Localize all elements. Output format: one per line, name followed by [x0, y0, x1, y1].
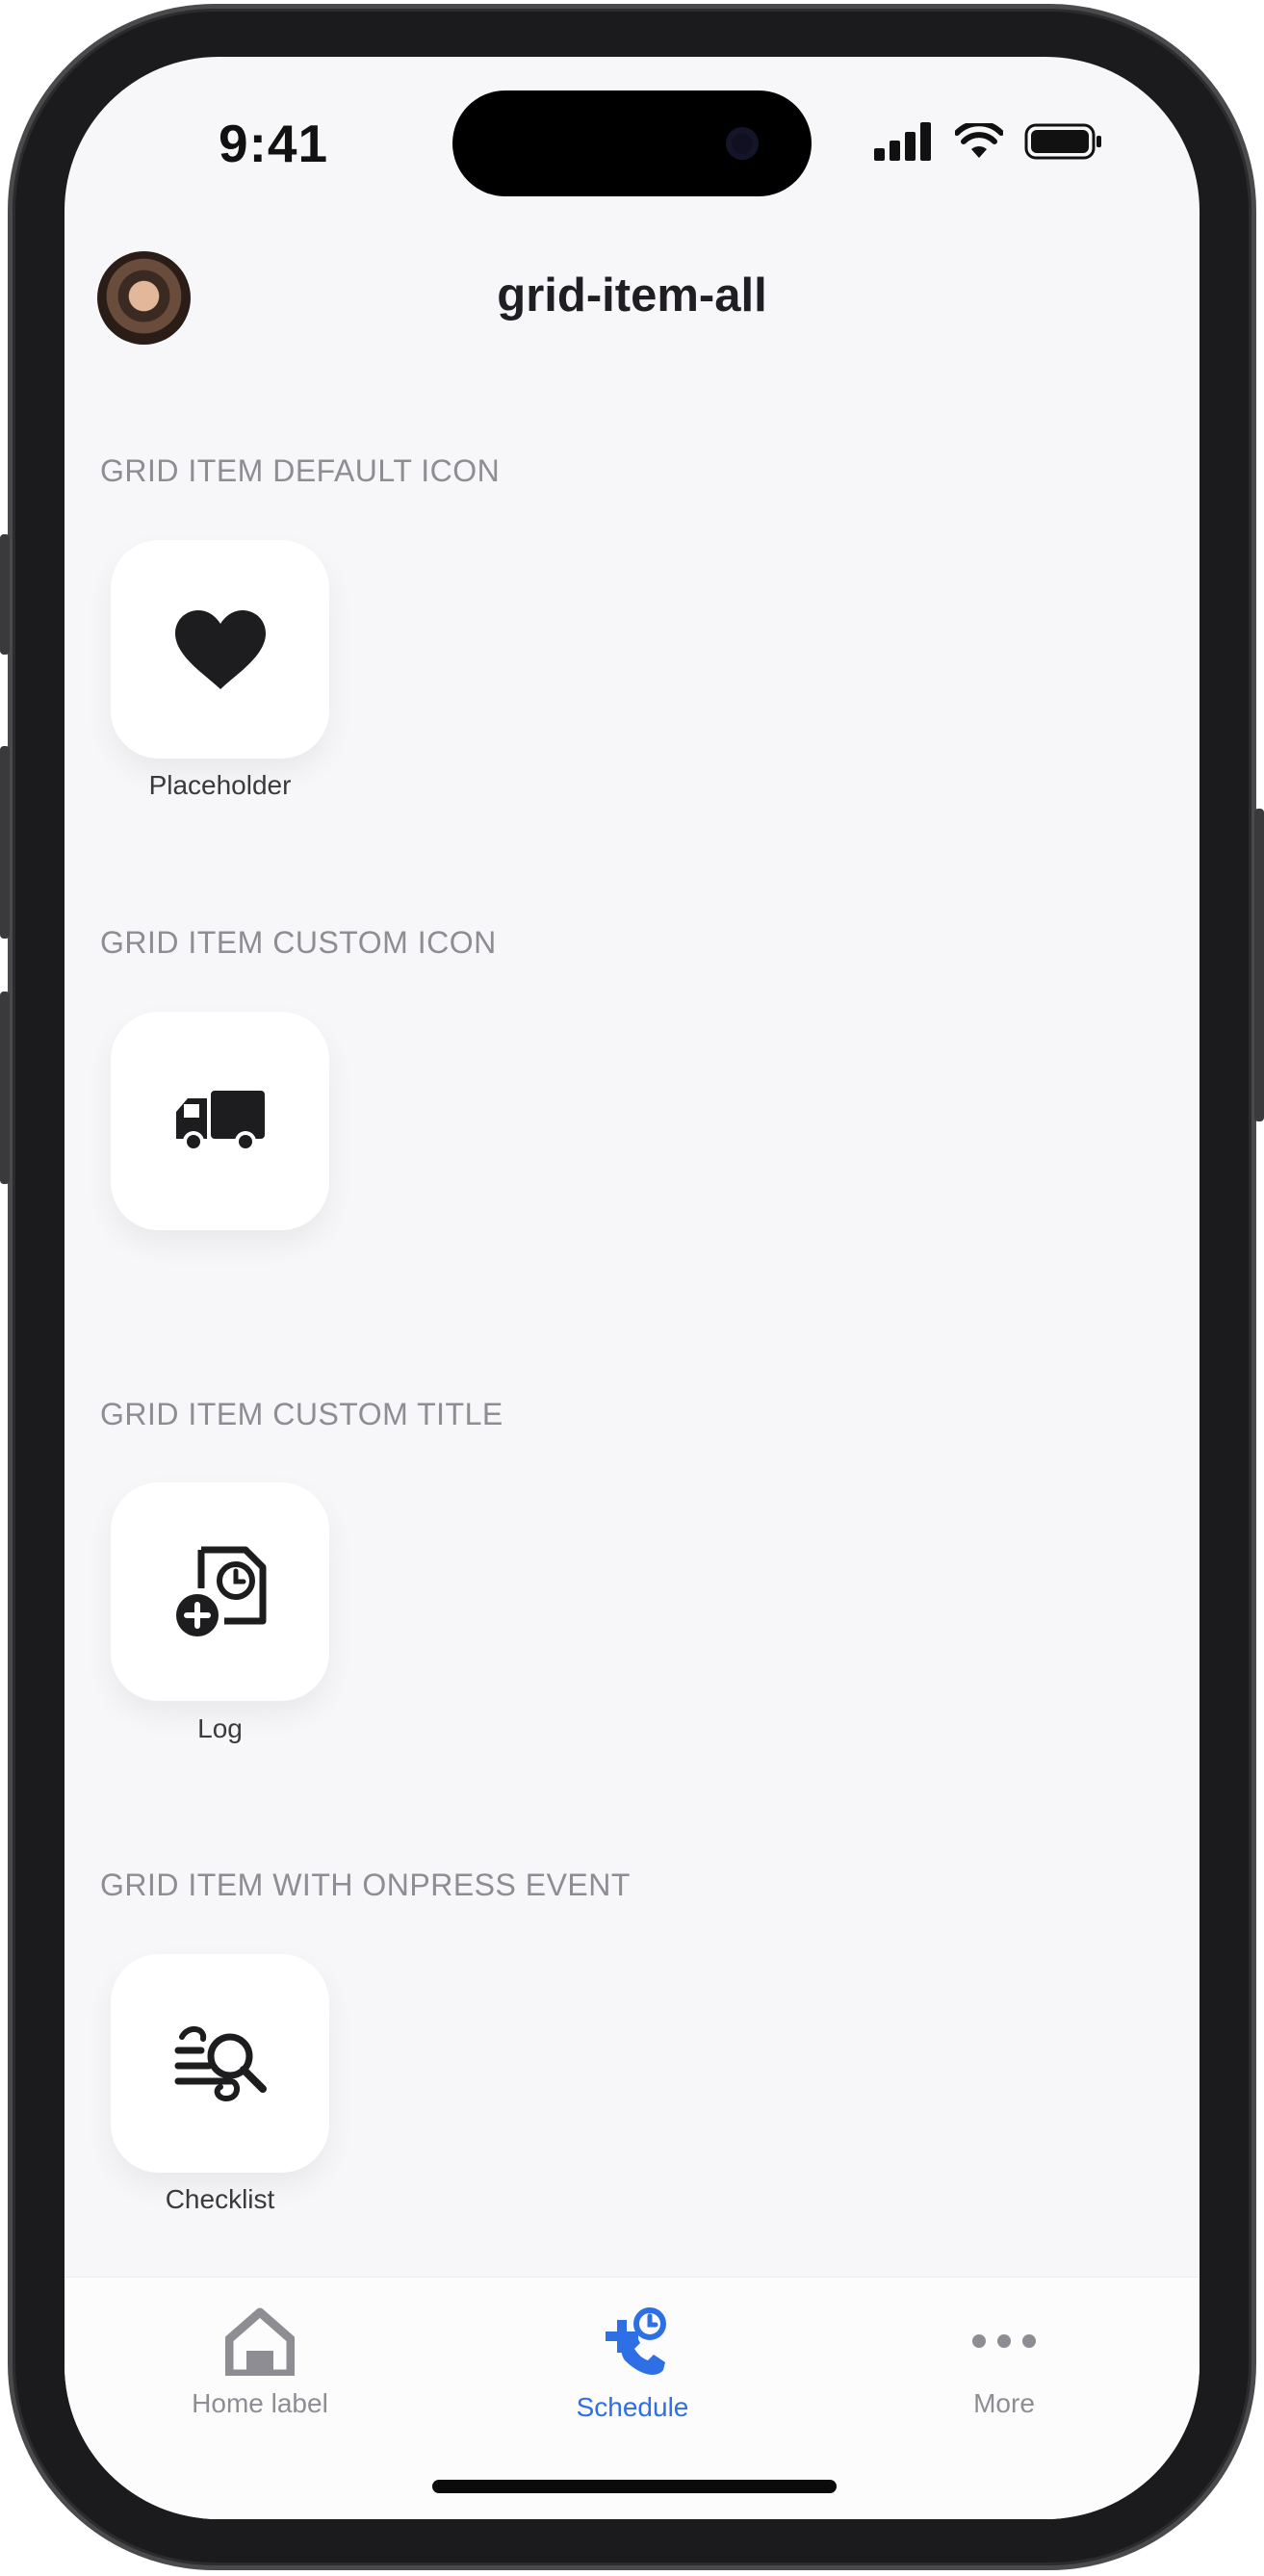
grid-item-placeholder[interactable]: [111, 540, 329, 759]
camera-icon: [726, 127, 759, 160]
tab-schedule[interactable]: Schedule: [488, 2306, 777, 2423]
grid-item-log[interactable]: [111, 1482, 329, 1701]
section-label-custom-icon: GRID ITEM CUSTOM ICON: [100, 925, 497, 960]
power-button: [1254, 809, 1264, 1121]
home-indicator[interactable]: [432, 2480, 837, 2493]
home-icon: [224, 2307, 296, 2379]
tab-home[interactable]: Home label: [116, 2306, 404, 2419]
tab-schedule-label: Schedule: [576, 2392, 689, 2422]
volume-down-button: [0, 992, 10, 1184]
heart-icon: [174, 609, 266, 689]
section-label-onpress-event: GRID ITEM WITH ONPRESS EVENT: [100, 1868, 631, 1902]
search-list-icon: [174, 2025, 267, 2101]
status-icons: [874, 120, 1103, 163]
action-button: [0, 534, 10, 655]
grid-item-title: Placeholder: [148, 770, 292, 800]
grid-item-truck[interactable]: [111, 1012, 329, 1230]
grid-item-checklist[interactable]: [111, 1954, 329, 2173]
medical-phone-icon: [606, 2307, 666, 2375]
tab-more[interactable]: More: [860, 2306, 1148, 2419]
tab-home-label: Home label: [192, 2388, 328, 2418]
signal-icon: [874, 122, 931, 161]
grid-item-title: Checklist: [165, 2184, 275, 2214]
page-title: grid-item-all: [497, 270, 767, 322]
screen: 9:41 grid-item-all GRID ITEM DEFAULT ICO…: [64, 57, 1200, 2519]
truck-icon: [175, 1090, 265, 1152]
tab-more-label: More: [973, 2388, 1035, 2418]
status-time: 9:41: [219, 114, 329, 173]
volume-up-button: [0, 746, 10, 939]
section-label-default-icon: GRID ITEM DEFAULT ICON: [100, 453, 501, 488]
dynamic-island: [452, 90, 812, 196]
grid-item-title: Log: [197, 1713, 243, 1743]
wifi-icon: [955, 123, 1003, 158]
more-dots-icon: [972, 2334, 1036, 2348]
section-label-custom-title: GRID ITEM CUSTOM TITLE: [100, 1397, 503, 1431]
battery-icon: [1024, 123, 1101, 160]
document-clock-add-icon: [175, 1546, 266, 1636]
